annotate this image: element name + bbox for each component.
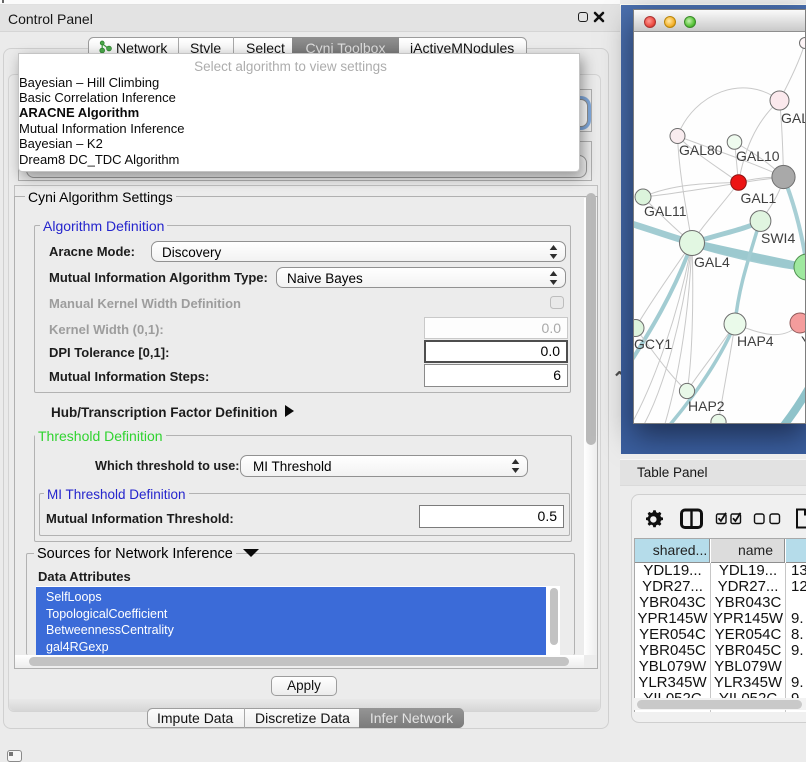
svg-text:Y: Y — [801, 333, 806, 349]
svg-text:GAL: GAL — [781, 110, 806, 126]
svg-text:GAL11: GAL11 — [644, 203, 687, 219]
svg-text:HAP4: HAP4 — [737, 333, 774, 349]
svg-text:SWI4: SWI4 — [761, 230, 795, 246]
svg-text:GAL4: GAL4 — [694, 254, 730, 270]
svg-text:GAL1: GAL1 — [741, 190, 777, 206]
svg-text:GCY1: GCY1 — [634, 336, 672, 352]
svg-text:HAP2: HAP2 — [688, 398, 725, 414]
svg-text:GAL10: GAL10 — [736, 148, 780, 164]
svg-text:GAL80: GAL80 — [679, 142, 723, 158]
